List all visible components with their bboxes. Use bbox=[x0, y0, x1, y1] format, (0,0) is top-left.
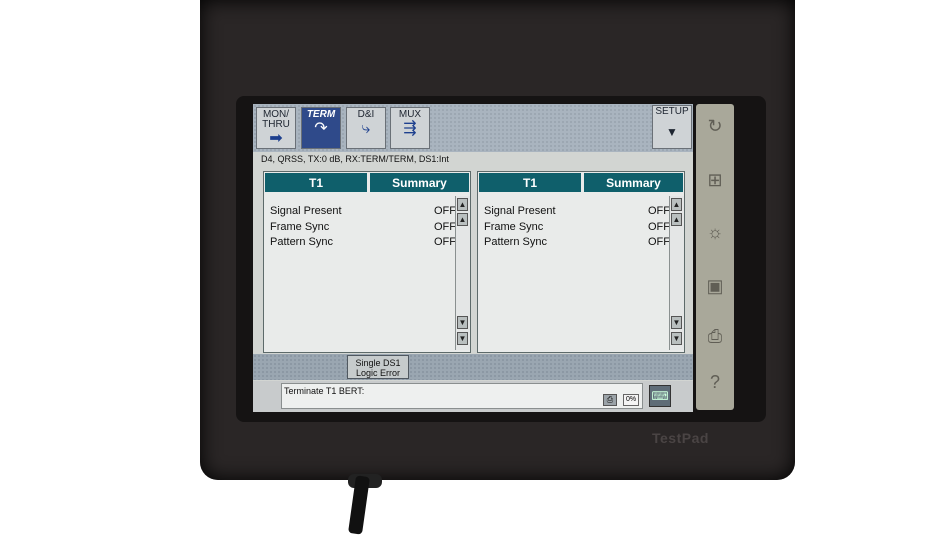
result-row: Pattern Sync OFF bbox=[270, 236, 456, 248]
setup-button[interactable]: SETUP ▼ bbox=[652, 105, 692, 149]
result-value: OFF bbox=[648, 221, 670, 233]
mode-toolbar: MON/ THRU ➡ TERM ↷ D&I ⤷ MUX ⇶ SETUP ▼ bbox=[253, 104, 693, 152]
result-label: Pattern Sync bbox=[484, 236, 547, 248]
tab-term[interactable]: TERM ↷ bbox=[301, 107, 341, 149]
battery-percent: 0% bbox=[623, 394, 639, 406]
screenshot-icon[interactable]: ▣ bbox=[705, 276, 725, 297]
scroll-up-icon[interactable]: ▲ bbox=[457, 213, 468, 226]
status-line: D4, QRSS, TX:0 dB, RX:TERM/TERM, DS1:Int bbox=[261, 154, 449, 164]
result-row: Signal Present OFF bbox=[270, 205, 456, 217]
drop-insert-icon: ⤷ bbox=[361, 120, 371, 137]
print-icon[interactable]: ⎙ bbox=[603, 394, 617, 406]
triangle-down-icon: ▼ bbox=[666, 125, 678, 139]
result-label: Signal Present bbox=[484, 205, 556, 217]
result-row: Frame Sync OFF bbox=[484, 221, 670, 233]
result-value: OFF bbox=[434, 205, 456, 217]
message-bar: Terminate T1 BERT: ⎙ 0% ⌨ bbox=[253, 381, 693, 412]
result-row: Pattern Sync OFF bbox=[484, 236, 670, 248]
tab-mux[interactable]: MUX ⇶ bbox=[390, 107, 430, 149]
panel-left-header-summary[interactable]: Summary bbox=[369, 172, 470, 193]
printer-icon[interactable]: ⎙ bbox=[705, 326, 725, 347]
tab-d-and-i[interactable]: D&I ⤷ bbox=[346, 107, 386, 149]
result-label: Frame Sync bbox=[270, 221, 330, 233]
result-value: OFF bbox=[648, 205, 670, 217]
help-icon[interactable]: ? bbox=[705, 372, 725, 393]
keyboard-icon[interactable]: ⌨ bbox=[649, 385, 671, 407]
single-ds1-logic-error-button[interactable]: Single DS1 Logic Error bbox=[347, 355, 409, 379]
panel-left-header-t1[interactable]: T1 bbox=[264, 172, 368, 193]
tab-term-label: TERM bbox=[306, 109, 336, 120]
tab-d-and-i-label: D&I bbox=[357, 109, 375, 120]
message-text: Terminate T1 BERT: bbox=[284, 386, 365, 396]
page-down-icon[interactable]: ▼ bbox=[457, 332, 468, 345]
tab-mon-thru[interactable]: MON/ THRU ➡ bbox=[256, 107, 296, 149]
result-label: Signal Present bbox=[270, 205, 342, 217]
mux-icon: ⇶ bbox=[403, 120, 417, 137]
panel-right-header-t1[interactable]: T1 bbox=[478, 172, 582, 193]
result-value: OFF bbox=[434, 236, 456, 248]
page-down-icon[interactable]: ▼ bbox=[671, 332, 682, 345]
refresh-icon[interactable]: ↻ bbox=[705, 116, 725, 137]
brightness-icon[interactable]: ☼ bbox=[705, 222, 725, 243]
result-row: Frame Sync OFF bbox=[270, 221, 456, 233]
result-value: OFF bbox=[648, 236, 670, 248]
results-panel-left: T1 Summary Signal Present OFF Frame Sync… bbox=[263, 171, 471, 353]
result-value: OFF bbox=[434, 221, 456, 233]
action-bar: Single DS1 Logic Error bbox=[253, 354, 693, 380]
message-box: Terminate T1 BERT: bbox=[281, 383, 643, 409]
result-label: Pattern Sync bbox=[270, 236, 333, 248]
scroll-down-icon[interactable]: ▼ bbox=[457, 316, 468, 329]
scroll-down-icon[interactable]: ▼ bbox=[671, 316, 682, 329]
network-icon[interactable]: ⊞ bbox=[705, 170, 725, 191]
tab-mux-label: MUX bbox=[398, 109, 422, 120]
loop-arrow-icon: ↷ bbox=[314, 120, 328, 137]
tab-mon-thru-label: MON/ THRU bbox=[262, 109, 290, 130]
result-label: Frame Sync bbox=[484, 221, 544, 233]
page-up-icon[interactable]: ▲ bbox=[457, 198, 468, 211]
scroll-up-icon[interactable]: ▲ bbox=[671, 213, 682, 226]
result-row: Signal Present OFF bbox=[484, 205, 670, 217]
arrow-right-icon: ➡ bbox=[269, 130, 283, 147]
panel-right-scrollbar[interactable]: ▲ ▲ ▼ ▼ bbox=[669, 196, 684, 350]
panel-left-scrollbar[interactable]: ▲ ▲ ▼ ▼ bbox=[455, 196, 470, 350]
results-panel-right: T1 Summary Signal Present OFF Frame Sync… bbox=[477, 171, 685, 353]
brand-logo: TestPad bbox=[652, 430, 709, 446]
screen: MON/ THRU ➡ TERM ↷ D&I ⤷ MUX ⇶ SETUP ▼ D… bbox=[253, 104, 693, 412]
setup-label: SETUP bbox=[655, 106, 689, 117]
page-up-icon[interactable]: ▲ bbox=[671, 198, 682, 211]
panel-right-header-summary[interactable]: Summary bbox=[583, 172, 684, 193]
side-button-rail: ↻ ⊞ ☼ ▣ ⎙ ? bbox=[696, 104, 734, 410]
